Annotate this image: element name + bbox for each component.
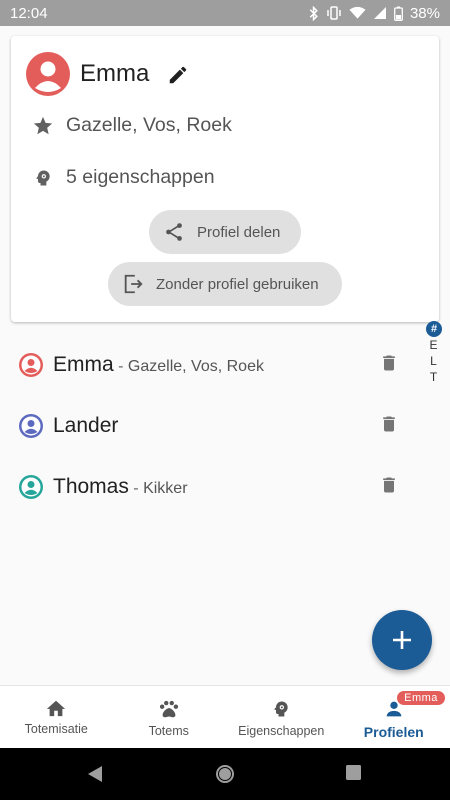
profile-totems: Kikker	[143, 479, 188, 497]
signal-icon	[373, 7, 386, 19]
avatar	[19, 474, 43, 499]
system-navigation-bar	[0, 748, 450, 800]
delete-icon[interactable]	[379, 413, 399, 435]
status-time: 12:04	[10, 4, 48, 22]
alphabet-index[interactable]: # E L T	[425, 321, 443, 385]
battery-icon	[394, 6, 403, 21]
profile-item-text: Thomas - Kikker	[53, 475, 188, 499]
nav-label: Totemisatie	[24, 722, 88, 736]
plus-icon	[393, 631, 411, 649]
share-profile-label: Profiel delen	[197, 223, 281, 241]
bottom-navigation: Totemisatie Totems Eigenschappen Profiel…	[0, 685, 450, 748]
alpha-index-letter[interactable]: E	[429, 337, 438, 353]
nav-item-eigenschappen[interactable]: Eigenschappen	[225, 686, 338, 748]
avatar	[19, 352, 43, 377]
profile-totems: Gazelle, Vos, Roek	[66, 114, 232, 136]
profile-name: Emma	[80, 60, 150, 87]
profile-traits-count: 5 eigenschappen	[66, 166, 215, 188]
list-item[interactable]: Thomas - Kikker	[0, 456, 420, 517]
nav-label: Eigenschappen	[238, 724, 325, 738]
edit-icon[interactable]	[167, 64, 189, 86]
vibrate-icon	[327, 6, 341, 20]
star-icon	[33, 116, 53, 134]
add-profile-button[interactable]	[372, 610, 432, 670]
profile-name: Emma	[53, 352, 114, 376]
share-profile-button[interactable]: Profiel delen	[149, 210, 301, 254]
profile-separator: -	[128, 479, 144, 497]
recents-icon[interactable]	[345, 764, 362, 781]
list-item[interactable]: Emma - Gazelle, Vos, Roek	[0, 334, 420, 395]
alpha-index-letter[interactable]: T	[430, 369, 438, 385]
head-gear-icon	[36, 170, 50, 185]
wifi-icon	[349, 6, 366, 19]
active-profile-badge: Emma	[397, 691, 445, 705]
battery-percent: 38%	[409, 4, 440, 22]
back-icon[interactable]	[86, 764, 104, 784]
head-gear-icon	[274, 701, 288, 717]
status-icons: 38%	[309, 5, 440, 22]
paw-icon	[159, 700, 178, 718]
bluetooth-icon	[309, 5, 318, 21]
profile-totems-row: Gazelle, Vos, Roek	[31, 114, 232, 137]
use-without-profile-button[interactable]: Zonder profiel gebruiken	[108, 262, 342, 306]
list-item[interactable]: Lander	[0, 395, 420, 456]
home-icon	[47, 700, 66, 717]
nav-item-totemisatie[interactable]: Totemisatie	[0, 686, 113, 748]
home-button-icon[interactable]	[215, 764, 235, 784]
avatar	[26, 52, 70, 96]
nav-label: Totems	[148, 724, 189, 738]
logout-icon	[124, 274, 143, 294]
person-icon	[35, 61, 61, 92]
nav-item-profielen[interactable]: Profielen Emma	[338, 686, 450, 748]
profile-traits-row: 5 eigenschappen	[31, 166, 215, 189]
nav-label: Profielen	[363, 724, 424, 740]
person-icon	[21, 477, 41, 496]
person-icon	[21, 355, 41, 374]
use-without-profile-label: Zonder profiel gebruiken	[156, 275, 319, 293]
active-profile-card: Emma Gazelle, Vos, Roek 5 eigenschappen …	[11, 36, 439, 322]
profile-name: Lander	[53, 413, 119, 437]
share-icon	[166, 223, 182, 241]
profile-totems: Gazelle, Vos, Roek	[127, 357, 264, 375]
profile-separator: -	[113, 357, 128, 375]
profile-header: Emma	[26, 52, 189, 96]
delete-icon[interactable]	[379, 474, 399, 496]
alpha-index-letter[interactable]: L	[430, 353, 438, 369]
profile-name: Thomas	[53, 474, 129, 498]
alpha-index-hash[interactable]: #	[426, 321, 442, 337]
delete-icon[interactable]	[379, 352, 399, 374]
status-bar: 12:04 38%	[0, 0, 450, 26]
person-icon	[21, 416, 41, 435]
nav-item-totems[interactable]: Totems	[113, 686, 226, 748]
avatar	[19, 413, 43, 438]
profile-list: Emma - Gazelle, Vos, Roek Lander Thomas …	[0, 334, 420, 517]
profile-item-text: Emma - Gazelle, Vos, Roek	[53, 353, 264, 377]
profile-item-text: Lander	[53, 414, 118, 438]
